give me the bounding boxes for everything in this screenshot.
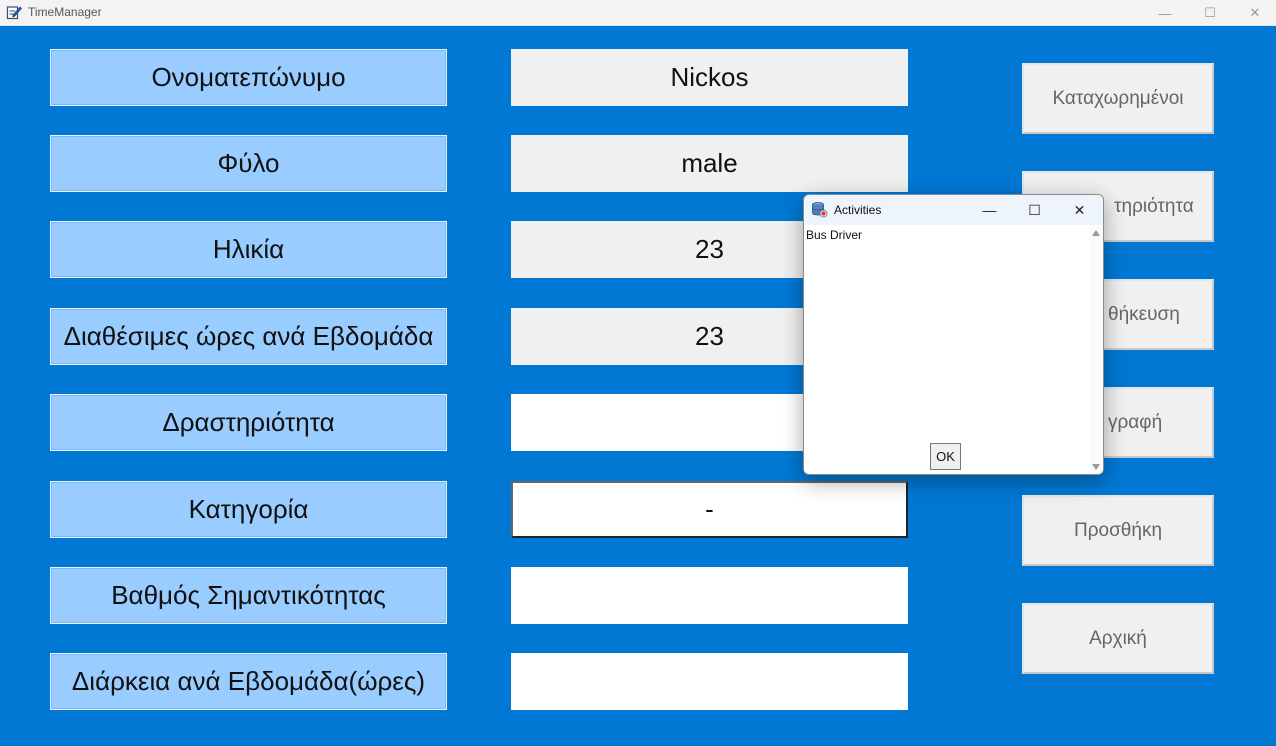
notepad-pen-icon — [6, 6, 22, 20]
dialog-title: Activities — [834, 203, 882, 217]
home-button[interactable]: Αρχική — [1022, 603, 1214, 674]
minimize-button[interactable]: — — [1142, 0, 1188, 26]
dialog-close-button[interactable]: ✕ — [1057, 195, 1102, 225]
add-button[interactable]: Προσθήκη — [1022, 495, 1214, 566]
gender-field[interactable]: male — [511, 135, 908, 192]
window-titlebar: TimeManager — ☐ ✕ — [0, 0, 1276, 26]
duration-field[interactable] — [511, 653, 908, 710]
label-activity: Δραστηριότητα — [50, 394, 447, 451]
label-available-hours: Διαθέσιμες ώρες ανά Εβδομάδα — [50, 308, 447, 365]
maximize-button[interactable]: ☐ — [1187, 0, 1233, 26]
window-title: TimeManager — [28, 5, 102, 19]
activities-dialog: Activities — ☐ ✕ Bus Driver OK — [803, 194, 1104, 475]
label-category: Κατηγορία — [50, 481, 447, 538]
label-full-name: Ονοματεπώνυμο — [50, 49, 447, 106]
dialog-titlebar: Activities — ☐ ✕ — [804, 195, 1103, 225]
label-importance: Βαθμός Σημαντικότητας — [50, 567, 447, 624]
dialog-scrollbar[interactable] — [1089, 226, 1103, 474]
scroll-down-icon[interactable] — [1092, 464, 1100, 470]
importance-field[interactable] — [511, 567, 908, 624]
dialog-minimize-button[interactable]: — — [967, 195, 1012, 225]
label-duration: Διάρκεια ανά Εβδομάδα(ώρες) — [50, 653, 447, 710]
database-icon — [812, 202, 828, 218]
label-gender: Φύλο — [50, 135, 447, 192]
scroll-up-icon[interactable] — [1092, 230, 1100, 236]
label-age: Ηλικία — [50, 221, 447, 278]
category-select[interactable]: - — [511, 481, 908, 538]
dialog-maximize-button[interactable]: ☐ — [1012, 195, 1057, 225]
list-item[interactable]: Bus Driver — [806, 228, 862, 242]
activities-list[interactable]: Bus Driver — [804, 226, 1087, 474]
registered-button[interactable]: Καταχωρημένοι — [1022, 63, 1214, 134]
ok-button[interactable]: OK — [930, 443, 961, 470]
close-button[interactable]: ✕ — [1232, 0, 1276, 26]
name-field[interactable]: Nickos — [511, 49, 908, 106]
